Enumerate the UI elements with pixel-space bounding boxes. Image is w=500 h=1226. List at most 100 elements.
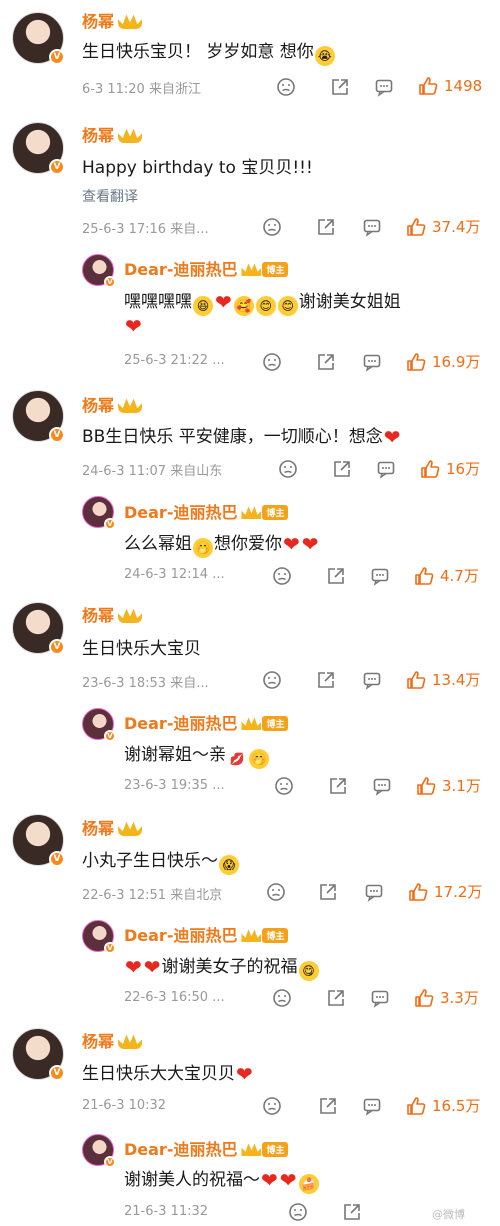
heart-icon: ❤ [261,1168,278,1192]
username[interactable]: 杨幂 [82,122,143,146]
share-icon[interactable] [326,988,346,1008]
share-icon[interactable] [342,1202,362,1222]
verified-badge-icon: V [49,1065,65,1081]
share-icon[interactable] [316,217,336,237]
thumb-up-icon [407,352,426,371]
share-icon[interactable] [330,77,350,97]
comment-meta: 25-6-3 17:16 来自... [82,222,209,237]
verified-badge-icon: V [49,159,65,175]
comment-text: 生日快乐大大宝贝贝❤ [82,1062,253,1086]
like-button[interactable]: 3.3万 [414,987,479,1008]
reply-text-heart: ❤ [124,314,143,338]
like-button[interactable]: 16.5万 [406,1095,480,1116]
like-button[interactable]: 37.4万 [406,216,480,237]
frown-icon[interactable] [262,1096,282,1116]
comment-icon[interactable] [370,566,390,586]
share-icon[interactable] [316,670,336,690]
avatar-dilraba[interactable]: V [82,1134,116,1168]
comment-icon[interactable] [362,670,382,690]
comment-icon[interactable] [362,352,382,372]
verified-badge-icon: V [104,1156,116,1168]
username[interactable]: 杨幂 [82,815,143,839]
crown-icon [118,128,143,143]
like-button[interactable]: 4.7万 [414,565,479,586]
reply-text: 谢谢美人的祝福～❤ ❤ 🍰 [124,1165,320,1194]
reply-meta: 25-6-3 21:22 ... [124,353,225,368]
frown-icon[interactable] [272,566,292,586]
yum-emoji-icon: 😋 [298,961,319,981]
author-badge: 博主 [262,716,289,731]
avatar-yangmi[interactable]: V [12,602,65,655]
comment-icon[interactable] [374,77,394,97]
comment-meta: 22-6-3 12:51 来自北京 [82,888,223,903]
share-icon[interactable] [316,352,336,372]
username[interactable]: Dear-迪丽热巴 博主 [124,499,289,523]
comment-icon[interactable] [376,459,396,479]
username[interactable]: Dear-迪丽热巴 博主 [124,922,289,946]
share-icon[interactable] [326,566,346,586]
translate-link[interactable]: 查看翻译 [82,186,138,206]
frown-icon[interactable] [262,217,282,237]
giggle-emoji-icon: 🤭 [193,538,213,558]
avatar-dilraba[interactable]: V [82,254,116,288]
reply-meta: 21-6-3 11:32 [124,1204,209,1219]
share-icon[interactable] [318,882,338,902]
crown-icon [241,506,262,519]
thumb-up-icon [407,670,426,689]
reply-meta: 23-6-3 19:35 ... [124,778,225,793]
like-button[interactable]: 3.1万 [416,775,481,796]
avatar-dilraba[interactable]: V [82,496,116,530]
frown-icon[interactable] [274,776,294,796]
kiss-lips-icon: 💋 [227,749,247,769]
thumb-up-icon [407,217,426,236]
verified-badge-icon: V [49,427,65,443]
heart-icon: ❤ [215,290,232,314]
username[interactable]: 杨幂 [82,1028,143,1052]
comment-icon[interactable] [362,217,382,237]
avatar-yangmi[interactable]: V [12,814,65,867]
share-icon[interactable] [318,1096,338,1116]
avatar-yangmi[interactable]: V [12,1028,65,1081]
frown-icon[interactable] [276,77,296,97]
thumb-up-icon [407,1096,426,1115]
frown-icon[interactable] [278,459,298,479]
avatar-yangmi[interactable]: V [12,12,65,65]
share-icon[interactable] [328,776,348,796]
frown-icon[interactable] [262,670,282,690]
frown-icon[interactable] [288,1202,308,1222]
comment-icon[interactable] [370,988,390,1008]
comment-text: 生日快乐大宝贝 [82,639,201,659]
verified-badge-icon: V [49,49,65,65]
username[interactable]: 杨幂 [82,602,143,626]
heart-icon: ❤ [283,532,300,556]
comment-icon[interactable] [362,1096,382,1116]
avatar-dilraba[interactable]: V [82,708,116,742]
avatar-yangmi[interactable]: V [12,390,65,443]
username[interactable]: Dear-迪丽热巴 博主 [124,256,289,280]
reply-text: 谢谢幂姐～亲 💋 🤭 [124,740,270,769]
like-button[interactable]: 13.4万 [406,669,480,690]
like-button[interactable]: 16.9万 [406,351,480,372]
verified-badge-icon: V [104,518,116,530]
avatar-yangmi[interactable]: V [12,122,65,175]
share-icon[interactable] [332,459,352,479]
like-button[interactable]: 17.2万 [408,881,482,902]
like-button[interactable]: 16万 [420,458,480,479]
avatar-dilraba[interactable]: V [82,920,116,954]
username[interactable]: 杨幂 [82,8,143,32]
username[interactable]: Dear-迪丽热巴 博主 [124,710,289,734]
frown-icon[interactable] [272,988,292,1008]
like-button[interactable]: 1498 [418,76,482,96]
username[interactable]: Dear-迪丽热巴 博主 [124,1136,289,1160]
comment-icon[interactable] [372,776,392,796]
thumb-up-icon [417,776,436,795]
cake-emoji-icon: 🍰 [298,1174,319,1194]
crown-icon [118,14,143,29]
author-badge: 博主 [262,928,289,943]
comment-meta: 6-3 11:20 来自浙江 [82,82,201,97]
comment-icon[interactable] [364,882,384,902]
thumb-up-icon [415,566,434,585]
username[interactable]: 杨幂 [82,392,143,416]
frown-icon[interactable] [262,352,282,372]
frown-icon[interactable] [266,882,286,902]
